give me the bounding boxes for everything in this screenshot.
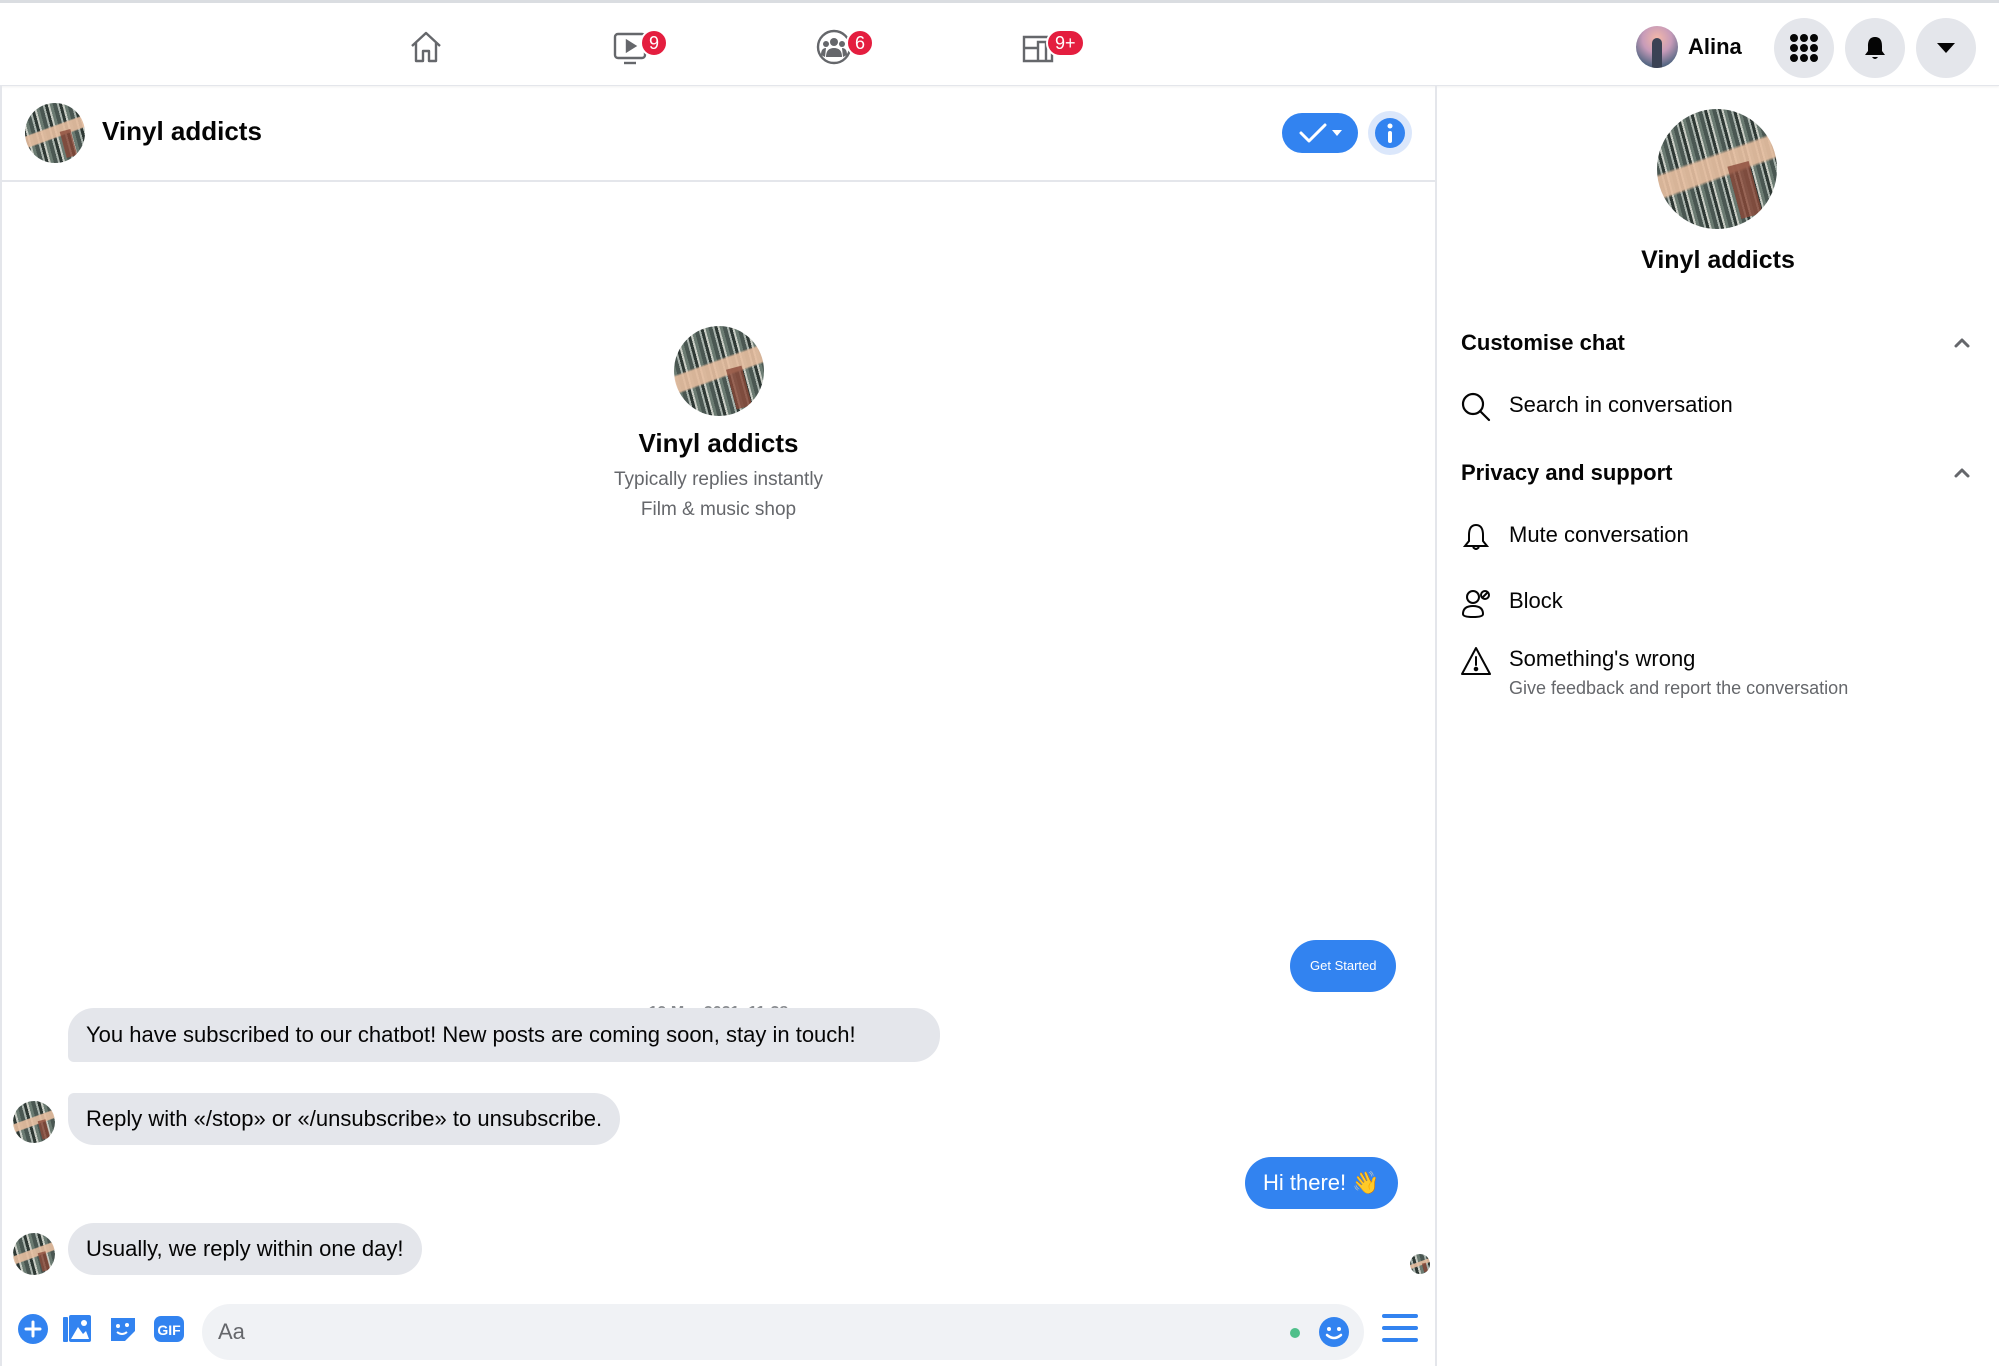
response-time: Typically replies instantly — [613, 469, 824, 490]
gaming-badge: 9+ — [1046, 29, 1085, 57]
grid-icon — [1790, 34, 1818, 62]
user-name: Alina — [1688, 34, 1742, 59]
smiley-icon — [1319, 1317, 1349, 1347]
page-avatar[interactable] — [25, 103, 85, 163]
message-bubble-incoming[interactable]: Reply with «/stop» or «/unsubscribe» to … — [68, 1093, 621, 1145]
notifications-button[interactable] — [1845, 18, 1905, 78]
block-item[interactable]: Block — [1461, 588, 1563, 618]
item-label: Mute conversation — [1509, 522, 1689, 547]
account-dropdown-button[interactable] — [1916, 18, 1976, 78]
gif-icon: GIF — [154, 1316, 184, 1342]
conversation-info-panel: Vinyl addicts Customise chat Search in c… — [1437, 86, 1999, 1366]
emoji-button[interactable] — [1318, 1316, 1350, 1348]
message-input-wrapper — [202, 1304, 1364, 1360]
user-avatar — [1636, 26, 1678, 68]
conversation-intro: Vinyl addicts Typically replies instantl… — [2, 326, 1435, 521]
panel-title: Vinyl addicts — [1641, 246, 1795, 274]
online-indicator — [1290, 1328, 1300, 1338]
intro-name: Vinyl addicts — [638, 428, 799, 458]
section-heading: Privacy and support — [1461, 460, 1673, 485]
message-composer: GIF — [2, 1296, 1435, 1366]
intro-avatar — [673, 326, 764, 416]
section-heading: Customise chat — [1461, 330, 1625, 355]
sender-avatar — [13, 1101, 55, 1143]
groups-badge: 6 — [846, 29, 875, 57]
read-receipt-avatar — [1410, 1254, 1430, 1274]
gif-button[interactable]: GIF — [152, 1312, 186, 1346]
nav-tab-groups[interactable]: 6 — [804, 21, 875, 73]
mark-done-button[interactable] — [1282, 113, 1358, 153]
message-bubble-outgoing[interactable]: Hi there! 👋 — [1245, 1157, 1398, 1209]
hamburger-menu-icon — [1382, 1314, 1418, 1342]
nav-tab-watch[interactable]: 9 — [600, 21, 669, 73]
mute-conversation-item[interactable]: Mute conversation — [1461, 522, 1689, 552]
warning-icon — [1461, 647, 1491, 675]
sender-avatar — [13, 1233, 55, 1275]
search-in-conversation-item[interactable]: Search in conversation — [1461, 392, 1733, 422]
block-user-icon — [1461, 590, 1490, 618]
nav-tab-gaming[interactable]: 9+ — [1008, 21, 1085, 73]
info-icon — [1387, 123, 1393, 143]
message-input[interactable] — [218, 1304, 1218, 1360]
message-bubble-outgoing[interactable]: Get Started — [1290, 940, 1397, 992]
page-category: Film & music shop — [640, 499, 797, 520]
photo-icon — [63, 1315, 91, 1342]
svg-text:GIF: GIF — [157, 1322, 181, 1338]
more-actions-button[interactable] — [16, 1312, 50, 1346]
chat-header: Vinyl addicts — [2, 86, 1435, 182]
section-privacy-support[interactable]: Privacy and support — [1461, 460, 1971, 486]
bell-icon — [1462, 523, 1490, 550]
menu-grid-button[interactable] — [1774, 18, 1834, 78]
section-customise-chat[interactable]: Customise chat — [1461, 330, 1971, 356]
persistent-menu-button[interactable] — [1382, 1312, 1418, 1344]
conversation-info-button[interactable] — [1368, 111, 1412, 155]
chat-window: Vinyl addicts Vinyl addicts Typically re… — [0, 86, 1437, 1366]
sticker-icon — [111, 1318, 135, 1341]
chat-title[interactable]: Vinyl addicts — [102, 116, 262, 147]
caret-down-icon — [1937, 43, 1955, 53]
watch-badge: 9 — [640, 29, 669, 57]
home-icon — [411, 31, 441, 63]
top-navigation-bar: 9 6 9+ Alina — [0, 0, 1999, 86]
panel-avatar — [1657, 109, 1777, 229]
chevron-up-icon — [1954, 468, 1970, 478]
item-label: Block — [1509, 588, 1563, 613]
checkmark-icon — [1299, 123, 1327, 143]
caret-down-icon — [1332, 130, 1342, 136]
item-label: Something's wrong — [1509, 646, 1696, 671]
message-bubble-incoming[interactable]: Usually, we reply within one day! — [68, 1223, 422, 1275]
nav-tab-home[interactable] — [396, 21, 456, 73]
item-label: Search in conversation — [1509, 392, 1733, 417]
search-icon — [1461, 392, 1491, 422]
item-sublabel: Give feedback and report the conversatio… — [1509, 678, 1849, 698]
plus-circle-icon — [18, 1314, 48, 1344]
message-bubble-incoming[interactable]: You have subscribed to our chatbot! New … — [68, 1008, 940, 1062]
chevron-up-icon — [1954, 338, 1970, 348]
something-wrong-item[interactable]: Something's wrong Give feedback and repo… — [1461, 646, 1848, 699]
attach-photo-button[interactable] — [60, 1312, 94, 1346]
profile-link[interactable]: Alina — [1636, 26, 1742, 68]
bell-filled-icon — [1865, 37, 1885, 59]
sticker-button[interactable] — [106, 1312, 140, 1346]
